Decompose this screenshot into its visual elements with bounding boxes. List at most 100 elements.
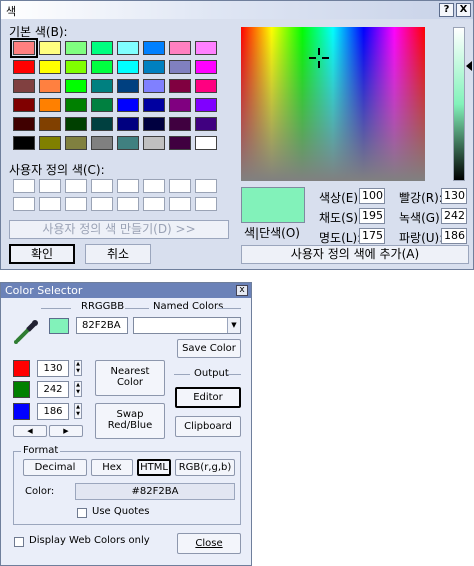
basic-color-swatch[interactable] xyxy=(117,98,139,112)
basic-color-swatch[interactable] xyxy=(143,79,165,93)
luminance-slider[interactable] xyxy=(453,27,465,181)
define-custom-colors-button[interactable]: 사용자 정의 색 만들기(D) >> xyxy=(9,220,229,239)
basic-color-swatch[interactable] xyxy=(39,136,61,150)
basic-color-swatch[interactable] xyxy=(91,136,113,150)
red-spinner[interactable]: ▲ ▼ xyxy=(74,360,82,376)
custom-color-swatch[interactable] xyxy=(195,197,217,211)
basic-color-swatch[interactable] xyxy=(169,60,191,74)
custom-color-swatch[interactable] xyxy=(195,179,217,193)
close-icon[interactable]: x xyxy=(236,285,248,296)
basic-color-swatch[interactable] xyxy=(91,79,113,93)
green-input[interactable]: 242 xyxy=(441,208,467,224)
saturation-input[interactable]: 195 xyxy=(359,208,385,224)
close-button[interactable]: X xyxy=(456,3,471,17)
custom-color-swatch[interactable] xyxy=(91,197,113,211)
web-colors-checkbox[interactable] xyxy=(14,537,24,547)
save-color-button[interactable]: Save Color xyxy=(177,339,241,358)
basic-color-swatch[interactable] xyxy=(169,41,191,55)
chevron-down-icon[interactable]: ▼ xyxy=(227,318,240,333)
custom-color-swatch[interactable] xyxy=(65,197,87,211)
help-button[interactable]: ? xyxy=(439,3,454,17)
basic-color-swatch[interactable] xyxy=(39,79,61,93)
custom-color-swatch[interactable] xyxy=(117,179,139,193)
custom-color-swatch[interactable] xyxy=(39,179,61,193)
basic-color-swatch[interactable] xyxy=(65,60,87,74)
custom-color-swatch[interactable] xyxy=(13,179,35,193)
basic-color-swatch[interactable] xyxy=(143,136,165,150)
hex-input[interactable]: 82F2BA xyxy=(76,317,128,334)
basic-color-swatch[interactable] xyxy=(13,136,35,150)
basic-color-swatch[interactable] xyxy=(39,117,61,131)
basic-color-swatch[interactable] xyxy=(117,117,139,131)
add-to-custom-colors-button[interactable]: 사용자 정의 색에 추가(A) xyxy=(241,245,469,264)
channel-left-button[interactable]: ◀ xyxy=(13,425,47,437)
basic-color-swatch[interactable] xyxy=(10,38,38,58)
swap-red-blue-button[interactable]: Swap Red/Blue xyxy=(95,403,165,439)
basic-color-swatch[interactable] xyxy=(39,98,61,112)
custom-color-swatch[interactable] xyxy=(117,197,139,211)
clipboard-button[interactable]: Clipboard xyxy=(175,416,241,437)
basic-color-swatch[interactable] xyxy=(195,117,217,131)
basic-color-swatch[interactable] xyxy=(143,60,165,74)
eyedropper-icon[interactable] xyxy=(11,317,41,345)
basic-color-swatch[interactable] xyxy=(117,79,139,93)
blue-spinner[interactable]: ▲ ▼ xyxy=(74,403,82,419)
basic-color-swatch[interactable] xyxy=(169,117,191,131)
color-output-field[interactable]: #82F2BA xyxy=(75,483,235,500)
format-rgb-button[interactable]: RGB(r,g,b) xyxy=(175,459,235,476)
format-decimal-button[interactable]: Decimal xyxy=(23,459,87,476)
use-quotes-checkbox[interactable] xyxy=(77,508,87,518)
basic-color-swatch[interactable] xyxy=(65,117,87,131)
basic-color-swatch[interactable] xyxy=(91,60,113,74)
basic-color-swatch[interactable] xyxy=(13,117,35,131)
basic-color-swatch[interactable] xyxy=(91,41,113,55)
red-input[interactable]: 130 xyxy=(441,188,467,204)
nearest-color-button[interactable]: Nearest Color xyxy=(95,360,165,396)
basic-color-swatch[interactable] xyxy=(143,117,165,131)
color-spectrum[interactable] xyxy=(241,27,425,181)
basic-color-swatch[interactable] xyxy=(195,60,217,74)
blue-input[interactable]: 186 xyxy=(441,228,467,244)
custom-color-swatch[interactable] xyxy=(169,179,191,193)
green-value-input[interactable]: 242 xyxy=(37,381,69,398)
basic-color-swatch[interactable] xyxy=(195,136,217,150)
format-html-button[interactable]: HTML xyxy=(137,459,171,476)
custom-color-swatch[interactable] xyxy=(143,197,165,211)
channel-right-button[interactable]: ▶ xyxy=(49,425,83,437)
luminance-arrow-icon[interactable] xyxy=(466,61,472,71)
custom-color-swatch[interactable] xyxy=(143,179,165,193)
basic-color-swatch[interactable] xyxy=(195,41,217,55)
basic-color-swatch[interactable] xyxy=(91,98,113,112)
format-hex-button[interactable]: Hex xyxy=(91,459,133,476)
custom-color-swatch[interactable] xyxy=(65,179,87,193)
editor-button[interactable]: Editor xyxy=(175,387,241,408)
basic-color-swatch[interactable] xyxy=(13,98,35,112)
named-colors-select[interactable]: ▼ xyxy=(133,317,241,334)
luminance-input[interactable]: 175 xyxy=(359,228,385,244)
close-button[interactable]: Close xyxy=(177,533,241,554)
basic-color-swatch[interactable] xyxy=(117,60,139,74)
basic-color-swatch[interactable] xyxy=(143,98,165,112)
basic-color-swatch[interactable] xyxy=(91,117,113,131)
custom-color-swatch[interactable] xyxy=(169,197,191,211)
basic-color-swatch[interactable] xyxy=(39,41,61,55)
red-value-input[interactable]: 130 xyxy=(37,360,69,377)
basic-color-swatch[interactable] xyxy=(195,79,217,93)
basic-color-swatch[interactable] xyxy=(169,136,191,150)
basic-color-swatch[interactable] xyxy=(65,41,87,55)
basic-color-swatch[interactable] xyxy=(169,98,191,112)
basic-color-swatch[interactable] xyxy=(117,136,139,150)
basic-color-swatch[interactable] xyxy=(39,60,61,74)
custom-color-swatch[interactable] xyxy=(39,197,61,211)
basic-color-swatch[interactable] xyxy=(117,41,139,55)
basic-color-swatch[interactable] xyxy=(169,79,191,93)
hue-input[interactable]: 100 xyxy=(359,188,385,204)
ok-button[interactable]: 확인 xyxy=(9,244,75,264)
green-spinner[interactable]: ▲ ▼ xyxy=(74,381,82,397)
blue-value-input[interactable]: 186 xyxy=(37,403,69,420)
cancel-button[interactable]: 취소 xyxy=(85,244,151,264)
basic-color-swatch[interactable] xyxy=(65,136,87,150)
custom-color-swatch[interactable] xyxy=(13,197,35,211)
basic-color-swatch[interactable] xyxy=(13,79,35,93)
basic-color-swatch[interactable] xyxy=(65,79,87,93)
